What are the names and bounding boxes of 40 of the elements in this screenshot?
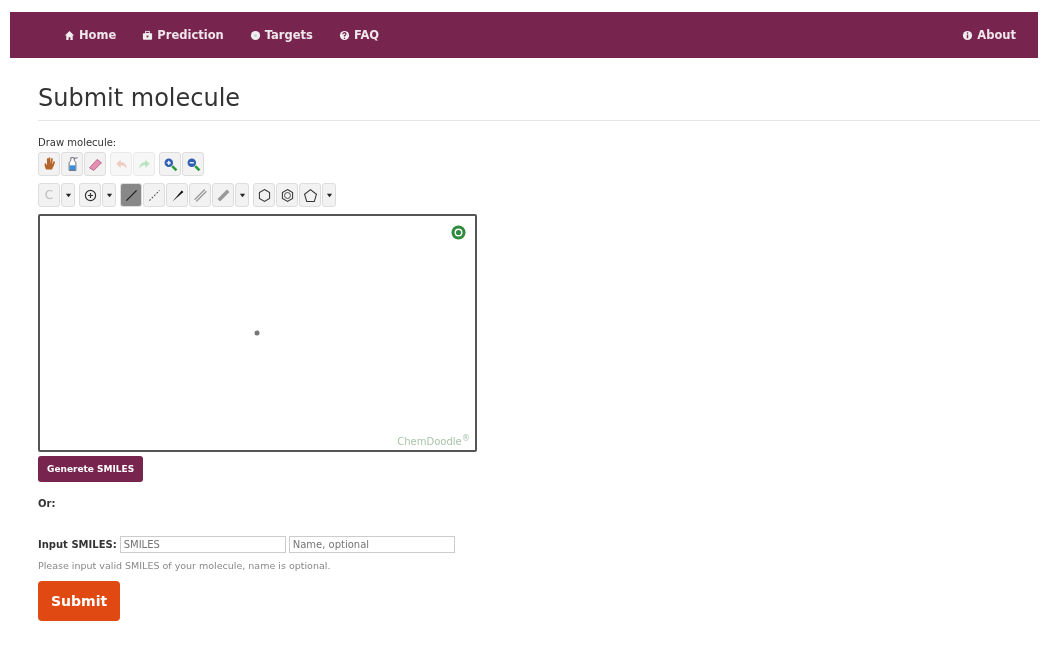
caret-icon bbox=[238, 191, 246, 199]
tool-button[interactable] bbox=[253, 183, 275, 207]
help-icon[interactable] bbox=[451, 225, 466, 240]
tool-button[interactable] bbox=[276, 183, 298, 207]
or-label: Or: bbox=[38, 498, 57, 509]
name-input[interactable]: Name, optional bbox=[288, 536, 455, 553]
nav-link[interactable]: Home bbox=[64, 28, 117, 42]
briefcase-icon bbox=[142, 29, 154, 41]
double-line-icon bbox=[191, 186, 209, 204]
help-icon bbox=[338, 29, 350, 41]
nav-link[interactable]: Prediction bbox=[142, 28, 224, 42]
tool-button[interactable] bbox=[159, 152, 181, 176]
info-icon bbox=[962, 29, 974, 41]
tool-button[interactable] bbox=[299, 183, 321, 207]
watermark-text: ChemDoodle$^{®}$ bbox=[397, 432, 470, 447]
home-icon bbox=[64, 29, 75, 41]
caret-icon bbox=[325, 191, 333, 199]
nav-link[interactable]: About bbox=[962, 28, 1016, 42]
atom-dot-icon bbox=[254, 330, 260, 336]
nav-link[interactable]: Targets bbox=[249, 28, 313, 42]
draw-label: Draw molecule: bbox=[38, 137, 118, 148]
disc-icon bbox=[249, 29, 261, 41]
tool-button[interactable] bbox=[182, 152, 204, 176]
dropdown-button[interactable] bbox=[102, 183, 116, 207]
submit-button[interactable]: Submit bbox=[38, 581, 121, 621]
tool-button[interactable] bbox=[79, 183, 101, 207]
caret-icon bbox=[105, 191, 113, 199]
generate-smiles-button[interactable]: Generete SMILES bbox=[38, 456, 144, 482]
tool-button[interactable] bbox=[120, 183, 142, 207]
dropdown-button[interactable] bbox=[61, 183, 75, 207]
smiles-input[interactable]: SMILES bbox=[119, 536, 286, 553]
dropdown-button[interactable] bbox=[235, 183, 249, 207]
caret-icon bbox=[64, 191, 72, 199]
nav-link[interactable]: FAQ bbox=[338, 28, 380, 42]
dropdown-button[interactable] bbox=[322, 183, 336, 207]
help-text: Please input valid SMILES of your molecule, name is optional. bbox=[38, 560, 332, 571]
pentagon-icon bbox=[301, 186, 319, 204]
tool-button[interactable] bbox=[166, 183, 188, 207]
page-title: Submit molecule bbox=[38, 84, 1040, 121]
smiles-label: Input SMILES: bbox=[38, 539, 117, 550]
